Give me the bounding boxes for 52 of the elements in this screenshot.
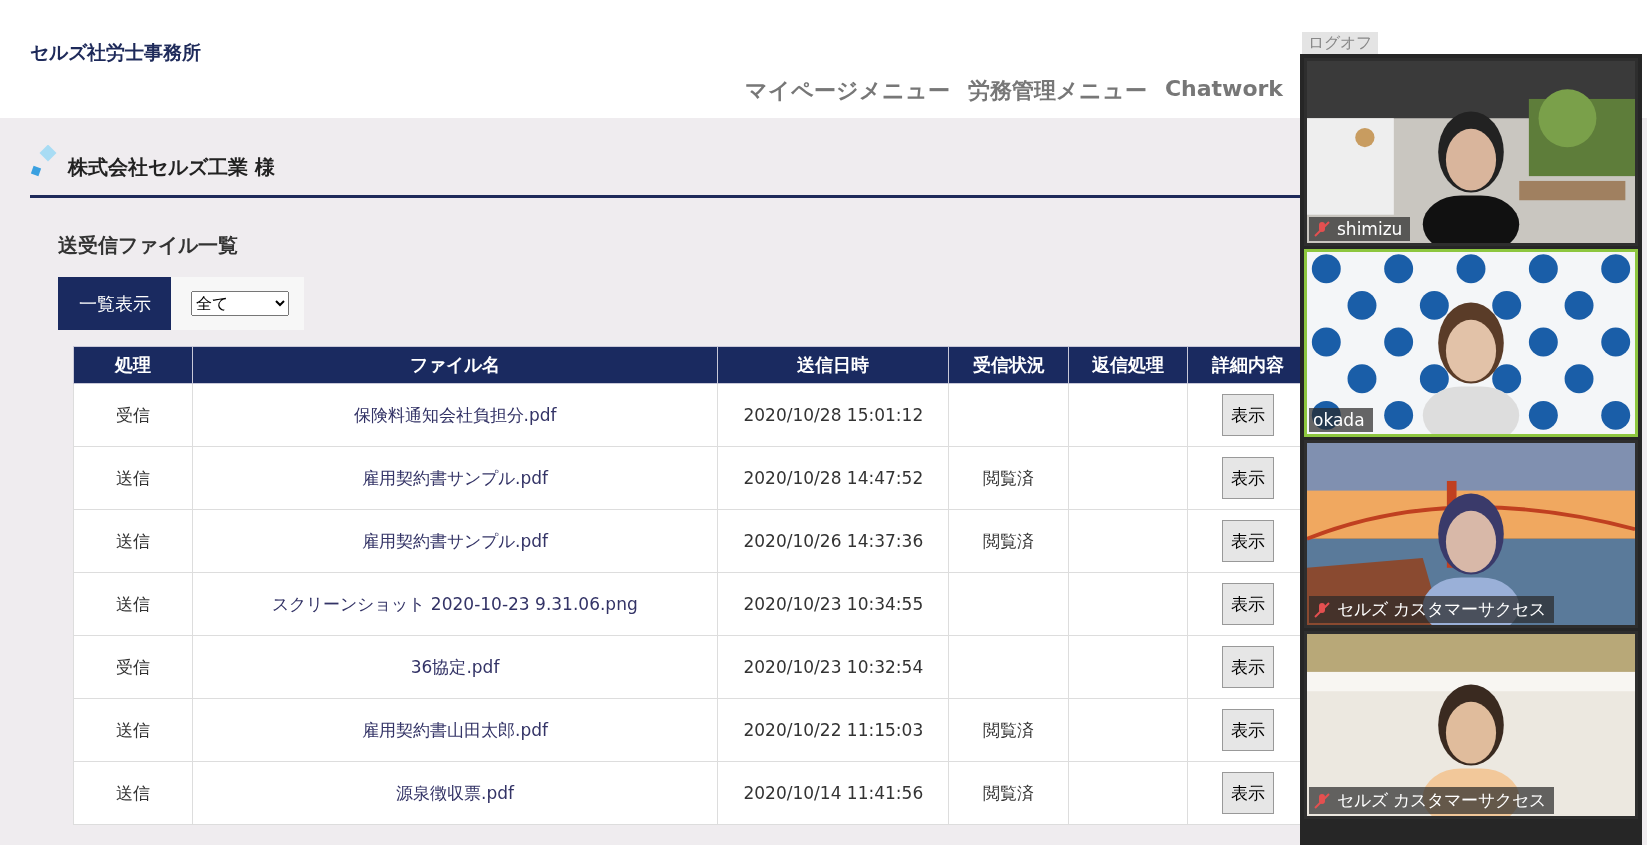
show-button[interactable]: 表示 <box>1222 646 1275 688</box>
column-header: 返信処理 <box>1068 346 1188 384</box>
table-cell: 閲覧済 <box>948 509 1069 573</box>
table-cell: 閲覧済 <box>948 446 1069 510</box>
participant-name: セルズ カスタマーサクセス <box>1337 598 1547 621</box>
show-button[interactable]: 表示 <box>1222 772 1275 814</box>
table-cell: 送信 <box>73 698 193 762</box>
show-button[interactable]: 表示 <box>1222 457 1275 499</box>
table-cell: 受信 <box>73 635 193 699</box>
company-name: 株式会社セルズ工業 様 <box>68 154 275 181</box>
site-title: セルズ社労士事務所 <box>30 40 201 65</box>
table-cell: 2020/10/23 10:32:54 <box>717 635 949 699</box>
file-link[interactable]: 雇用契約書サンプル.pdf <box>362 530 549 551</box>
participant-name: セルズ カスタマーサクセス <box>1337 789 1547 812</box>
table-cell: 送信 <box>73 572 193 636</box>
muted-mic-icon <box>1313 791 1331 810</box>
filter-select[interactable]: 全て <box>191 291 289 316</box>
table-cell: 受信 <box>73 383 193 447</box>
table-cell: 2020/10/14 11:41:56 <box>717 761 949 825</box>
column-header: 受信状況 <box>948 346 1069 384</box>
view-tab[interactable]: 一覧表示 <box>58 277 171 330</box>
table-cell: 2020/10/28 14:47:52 <box>717 446 949 510</box>
file-link[interactable]: 保険料通知会社負担分.pdf <box>353 404 557 425</box>
show-button[interactable]: 表示 <box>1222 394 1275 436</box>
column-header: ファイル名 <box>192 346 718 384</box>
nav-link[interactable]: Chatwork <box>1164 76 1283 106</box>
table-cell: 閲覧済 <box>948 698 1069 762</box>
nav-link[interactable]: マイページメニュー <box>744 76 950 106</box>
column-header: 送信日時 <box>717 346 949 384</box>
participant-name: shimizu <box>1337 219 1403 239</box>
section-title: 送受信ファイル一覧 <box>58 232 239 259</box>
muted-mic-icon <box>1313 600 1331 619</box>
file-link[interactable]: 36協定.pdf <box>410 656 500 677</box>
show-button[interactable]: 表示 <box>1222 583 1275 625</box>
table-cell: 2020/10/28 15:01:12 <box>717 383 949 447</box>
muted-mic-icon <box>1313 220 1331 238</box>
participant-name: okada <box>1313 410 1365 430</box>
table-cell: 2020/10/23 10:34:55 <box>717 572 949 636</box>
table-cell: 送信 <box>73 446 193 510</box>
table-cell: 2020/10/22 11:15:03 <box>717 698 949 762</box>
diamond-icon <box>30 144 58 179</box>
file-link[interactable]: 源泉徴収票.pdf <box>396 782 515 803</box>
table-cell: 送信 <box>73 509 193 573</box>
table-cell: 閲覧済 <box>948 761 1069 825</box>
show-button[interactable]: 表示 <box>1222 709 1275 751</box>
file-link[interactable]: 雇用契約書サンプル.pdf <box>362 467 549 488</box>
column-header: 処理 <box>73 346 193 384</box>
nav-link[interactable]: 労務管理メニュー <box>967 76 1147 106</box>
show-button[interactable]: 表示 <box>1222 520 1275 562</box>
table-cell: 2020/10/26 14:37:36 <box>717 509 949 573</box>
table-cell: 送信 <box>73 761 193 825</box>
file-link[interactable]: 雇用契約書山田太郎.pdf <box>362 719 549 740</box>
